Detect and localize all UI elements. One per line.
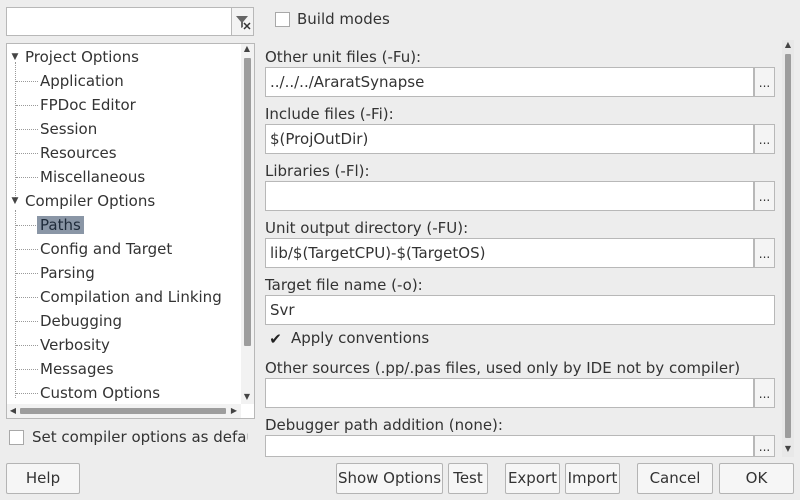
libraries-label: Libraries (-Fl): <box>265 162 370 180</box>
debugger-path-label: Debugger path addition (none): <box>265 416 503 434</box>
chevron-down-icon[interactable]: ▼ <box>10 196 20 206</box>
unit-output-dir-browse-button[interactable]: ... <box>754 238 775 268</box>
options-tree[interactable]: ▼ Project Options Application FPDoc Edit… <box>6 43 255 419</box>
apply-conventions-checkbox[interactable]: ✔ <box>268 329 283 348</box>
arrow-down-icon[interactable]: ▼ <box>783 444 793 453</box>
tree-item-project-options[interactable]: Project Options <box>25 45 139 69</box>
tree-item-session[interactable]: Session <box>40 117 97 141</box>
ok-button[interactable]: OK <box>719 463 794 494</box>
tree-horizontal-scrollbar[interactable]: ◀ ▶ <box>7 404 241 418</box>
import-button[interactable]: Import <box>565 463 620 494</box>
cancel-button[interactable]: Cancel <box>637 463 713 494</box>
tree-item-miscellaneous[interactable]: Miscellaneous <box>40 165 145 189</box>
set-compiler-default-checkbox[interactable] <box>9 430 24 445</box>
arrow-left-icon[interactable]: ◀ <box>8 406 18 415</box>
scrollbar-thumb[interactable] <box>20 408 226 414</box>
unit-output-dir-label: Unit output directory (-FU): <box>265 219 469 237</box>
unit-output-dir-input[interactable]: lib/$(TargetCPU)-$(TargetOS) <box>265 238 754 268</box>
other-unit-files-label: Other unit files (-Fu): <box>265 48 422 66</box>
tree-item-debugging[interactable]: Debugging <box>40 309 122 333</box>
scrollbar-thumb[interactable] <box>785 54 791 438</box>
tree-item-resources[interactable]: Resources <box>40 141 117 165</box>
build-modes-label: Build modes <box>297 10 390 28</box>
target-file-name-label: Target file name (-o): <box>265 276 423 294</box>
include-files-label: Include files (-Fi): <box>265 105 394 123</box>
show-options-button[interactable]: Show Options <box>336 463 443 494</box>
apply-conventions-label: Apply conventions <box>291 329 430 347</box>
tree-vertical-scrollbar[interactable]: ▲ ▼ <box>241 44 254 404</box>
tree-item-application[interactable]: Application <box>40 69 124 93</box>
target-file-name-input[interactable]: Svr <box>265 295 775 325</box>
libraries-input[interactable] <box>265 181 754 211</box>
debugger-path-input[interactable] <box>265 435 754 457</box>
filter-input[interactable] <box>6 7 232 36</box>
tree-item-compilation-and-linking[interactable]: Compilation and Linking <box>40 285 222 309</box>
other-sources-browse-button[interactable]: ... <box>754 378 775 408</box>
other-unit-files-browse-button[interactable]: ... <box>754 67 775 97</box>
other-unit-files-input[interactable]: ../../../AraratSynapse <box>265 67 754 97</box>
tree-item-config-and-target[interactable]: Config and Target <box>40 237 172 261</box>
tree-item-messages[interactable]: Messages <box>40 357 114 381</box>
arrow-up-icon[interactable]: ▲ <box>783 40 793 49</box>
scrollbar-thumb[interactable] <box>244 58 251 346</box>
arrow-right-icon[interactable]: ▶ <box>229 406 239 415</box>
other-sources-input[interactable] <box>265 378 754 408</box>
tree-item-fpdoc-editor[interactable]: FPDoc Editor <box>40 93 136 117</box>
tree-item-paths[interactable]: Paths <box>37 213 84 237</box>
help-button[interactable]: Help <box>6 463 80 494</box>
export-button[interactable]: Export <box>505 463 560 494</box>
arrow-down-icon[interactable]: ▼ <box>242 392 252 401</box>
libraries-browse-button[interactable]: ... <box>754 181 775 211</box>
build-modes-checkbox[interactable] <box>275 12 290 27</box>
filter-button[interactable] <box>232 7 254 36</box>
content-vertical-scrollbar[interactable]: ▲ ▼ <box>782 40 794 457</box>
tree-item-compiler-options[interactable]: Compiler Options <box>25 189 155 213</box>
filter-icon <box>235 15 251 30</box>
debugger-path-browse-button[interactable]: ... <box>754 435 775 457</box>
tree-item-verbosity[interactable]: Verbosity <box>40 333 110 357</box>
set-compiler-default-label: Set compiler options as defaul <box>32 428 248 446</box>
checkmark-icon: ✔ <box>269 329 282 348</box>
chevron-down-icon[interactable]: ▼ <box>10 52 20 62</box>
include-files-input[interactable]: $(ProjOutDir) <box>265 124 754 154</box>
test-button[interactable]: Test <box>448 463 488 494</box>
other-sources-label: Other sources (.pp/.pas files, used only… <box>265 359 741 377</box>
tree-item-custom-options[interactable]: Custom Options <box>40 381 160 405</box>
include-files-browse-button[interactable]: ... <box>754 124 775 154</box>
arrow-up-icon[interactable]: ▲ <box>242 44 252 53</box>
tree-item-parsing[interactable]: Parsing <box>40 261 95 285</box>
